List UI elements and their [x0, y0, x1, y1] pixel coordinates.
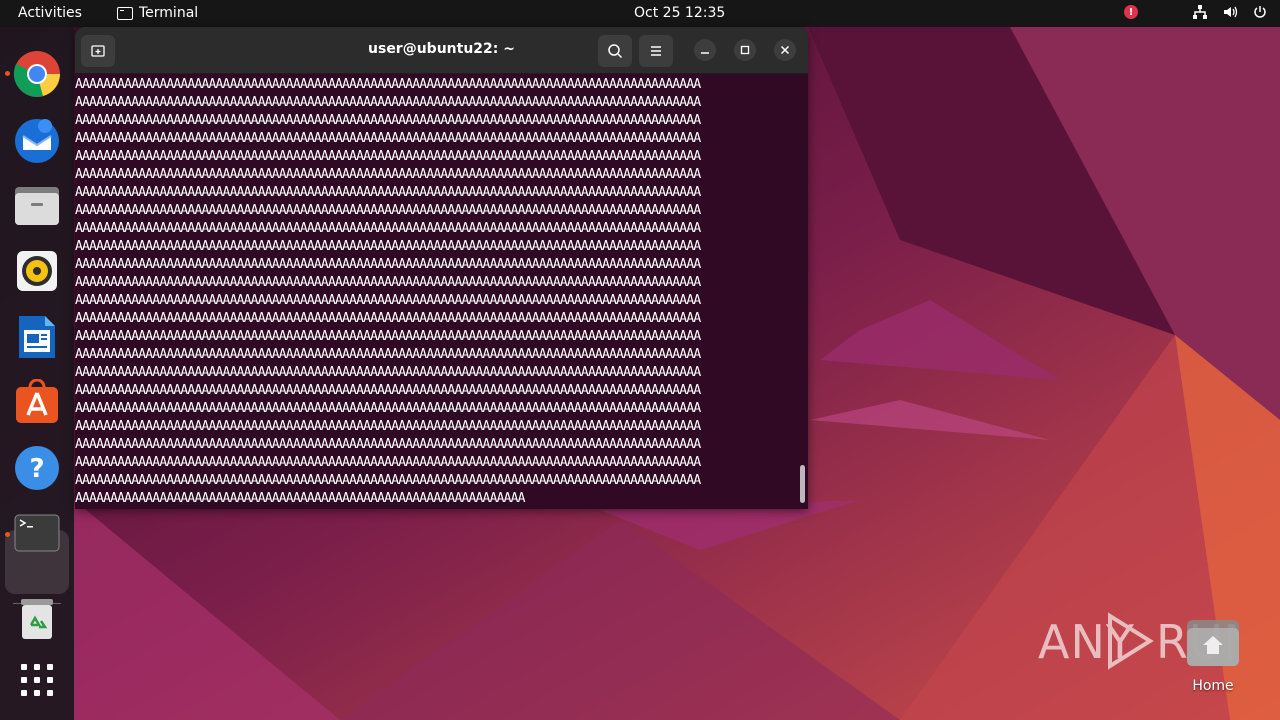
hamburger-menu-icon: [651, 46, 661, 56]
trash-icon[interactable]: [12, 593, 62, 643]
terminal-output-line: AAAAAAAAAAAAAAAAAAAAAAAAAAAAAAAAAAAAAAAA…: [75, 113, 701, 128]
terminal-output-line: AAAAAAAAAAAAAAAAAAAAAAAAAAAAAAAAAAAAAAAA…: [75, 365, 701, 380]
home-folder-label[interactable]: Home: [1170, 678, 1256, 694]
clock[interactable]: Oct 25 12:35: [634, 5, 725, 21]
terminal-output-line: AAAAAAAAAAAAAAAAAAAAAAAAAAAAAAAAAAAAAAAA…: [75, 347, 701, 362]
terminal-output-line: AAAAAAAAAAAAAAAAAAAAAAAAAAAAAAAAAAAAAAAA…: [75, 257, 701, 272]
activities-button[interactable]: Activities: [18, 5, 82, 21]
terminal-output-line: AAAAAAAAAAAAAAAAAAAAAAAAAAAAAAAAAAAAAAAA…: [75, 419, 701, 434]
terminal-output-line: AAAAAAAAAAAAAAAAAAAAAAAAAAAAAAAAAAAAAAAA…: [75, 167, 701, 182]
terminal-output-line: AAAAAAAAAAAAAAAAAAAAAAAAAAAAAAAAAAAAAAAA…: [75, 437, 701, 452]
system-tray[interactable]: !: [1124, 4, 1268, 20]
maximize-icon: [740, 45, 750, 55]
terminal-output-line: AAAAAAAAAAAAAAAAAAAAAAAAAAAAAAAAAAAAAAAA…: [75, 275, 701, 290]
menu-button[interactable]: [639, 35, 673, 67]
terminal-output-line: AAAAAAAAAAAAAAAAAAAAAAAAAAAAAAAAAAAAAAAA…: [75, 401, 701, 416]
terminal-icon: [117, 6, 133, 20]
libreoffice-writer-icon[interactable]: [12, 312, 62, 362]
search-button[interactable]: [598, 35, 632, 67]
terminal-titlebar[interactable]: user@ubuntu22: ~: [75, 27, 808, 74]
top-bar: Activities Terminal Oct 25 12:35 !: [0, 0, 1280, 27]
terminal-output-line: AAAAAAAAAAAAAAAAAAAAAAAAAAAAAAAAAAAAAAAA…: [75, 383, 701, 398]
terminal-output-line: AAAAAAAAAAAAAAAAAAAAAAAAAAAAAAAAAAAAAAAA…: [75, 239, 701, 254]
running-indicator: [5, 71, 10, 76]
ubuntu-software-icon[interactable]: [12, 377, 62, 427]
running-indicator: [5, 532, 10, 537]
terminal-scrollbar[interactable]: [800, 465, 805, 503]
terminal-output[interactable]: AAAAAAAAAAAAAAAAAAAAAAAAAAAAAAAAAAAAAAAA…: [75, 74, 808, 509]
maximize-button[interactable]: [734, 39, 756, 61]
terminal-output-line: AAAAAAAAAAAAAAAAAAAAAAAAAAAAAAAAAAAAAAAA…: [75, 455, 701, 470]
terminal-output-line: AAAAAAAAAAAAAAAAAAAAAAAAAAAAAAAAAAAAAAAA…: [75, 95, 701, 110]
svg-text:?: ?: [29, 454, 44, 484]
terminal-output-line: AAAAAAAAAAAAAAAAAAAAAAAAAAAAAAAAAAAAAAAA…: [75, 77, 701, 92]
thunderbird-icon[interactable]: [12, 115, 62, 165]
minimize-button[interactable]: [694, 39, 716, 61]
terminal-output-line: AAAAAAAAAAAAAAAAAAAAAAAAAAAAAAAAAAAAAAAA…: [75, 311, 701, 326]
home-folder-icon[interactable]: [1185, 618, 1241, 668]
terminal-output-line: AAAAAAAAAAAAAAAAAAAAAAAAAAAAAAAAAAAAAAAA…: [75, 185, 701, 200]
terminal-output-line: AAAAAAAAAAAAAAAAAAAAAAAAAAAAAAAAAAAAAAAA…: [75, 221, 701, 236]
app-menu-label: Terminal: [139, 5, 199, 21]
rhythmbox-icon[interactable]: [12, 246, 62, 296]
terminal-output-line: AAAAAAAAAAAAAAAAAAAAAAAAAAAAAAAAAAAAAAAA…: [75, 203, 701, 218]
terminal-output-line: AAAAAAAAAAAAAAAAAAAAAAAAAAAAAAAAAAAAAAAA…: [75, 149, 701, 164]
terminal-output-line: AAAAAAAAAAAAAAAAAAAAAAAAAAAAAAAAAAAAAAAA…: [75, 329, 701, 344]
terminal-output-line: AAAAAAAAAAAAAAAAAAAAAAAAAAAAAAAAAAAAAAAA…: [75, 293, 701, 308]
network-icon: [1193, 5, 1207, 19]
terminal-output-line: AAAAAAAAAAAAAAAAAAAAAAAAAAAAAAAAAAAAAAAA…: [75, 131, 701, 146]
dock: ?: [0, 27, 74, 720]
help-icon[interactable]: ?: [12, 443, 62, 493]
volume-icon: [1224, 6, 1238, 18]
terminal-output-line: AAAAAAAAAAAAAAAAAAAAAAAAAAAAAAAAAAAAAAAA…: [75, 473, 701, 488]
app-menu[interactable]: Terminal: [117, 5, 198, 21]
show-applications-icon[interactable]: [12, 655, 62, 705]
terminal-dock-icon[interactable]: [12, 508, 62, 558]
close-button[interactable]: [774, 39, 796, 61]
search-icon: [608, 44, 623, 59]
minimize-icon: [701, 52, 709, 54]
power-icon: [1254, 6, 1266, 18]
close-icon: [780, 45, 790, 55]
files-icon[interactable]: [12, 180, 62, 230]
chrome-icon[interactable]: [12, 49, 62, 99]
terminal-output-line: AAAAAAAAAAAAAAAAAAAAAAAAAAAAAAAAAAAAAAAA…: [75, 491, 526, 506]
alert-icon[interactable]: !: [1124, 5, 1138, 19]
terminal-window: user@ubuntu22: ~ AAAAAAAAAAAAAAAAAAAAAAA…: [75, 27, 808, 509]
